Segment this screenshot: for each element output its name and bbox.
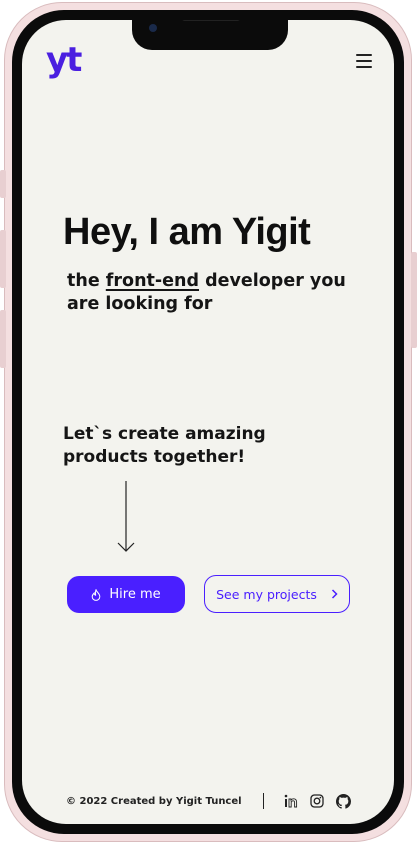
hamburger-menu-icon[interactable] — [356, 54, 372, 68]
phone-power-button — [411, 252, 417, 348]
brand-logo[interactable]: yt — [46, 40, 82, 80]
phone-mute-switch — [0, 170, 6, 198]
cta-tagline: Let`s create amazing products together! — [63, 424, 266, 467]
arrow-down-icon — [117, 481, 135, 552]
notch — [132, 20, 288, 50]
linkedin-icon[interactable] — [284, 794, 298, 808]
hero-subtitle: the front-end developer you are looking … — [67, 270, 357, 316]
see-projects-button[interactable]: See my projects — [204, 575, 350, 613]
github-icon[interactable] — [335, 793, 351, 809]
hire-me-button[interactable]: Hire me — [67, 576, 185, 613]
instagram-icon[interactable] — [309, 794, 324, 808]
hire-me-label: Hire me — [109, 587, 161, 602]
phone-volume-up — [0, 230, 6, 288]
phone-volume-down — [0, 310, 6, 368]
phone-screen: yt Hey, I am Yigit the front-end develop… — [22, 20, 394, 824]
flame-icon — [92, 588, 101, 601]
hero-subtitle-highlight: front-end — [105, 271, 200, 291]
hero-title: Hey, I am Yigit — [63, 211, 311, 253]
social-links — [284, 793, 351, 809]
hero-subtitle-prefix: the — [67, 271, 106, 291]
see-projects-label: See my projects — [216, 586, 317, 602]
front-camera — [149, 24, 157, 32]
footer: © 2022 Created by Yigit Tuncel — [66, 791, 366, 811]
copyright-text: © 2022 Created by Yigit Tuncel — [66, 795, 242, 807]
chevron-right-icon — [331, 589, 338, 599]
footer-divider — [262, 793, 264, 809]
speaker — [182, 20, 240, 21]
